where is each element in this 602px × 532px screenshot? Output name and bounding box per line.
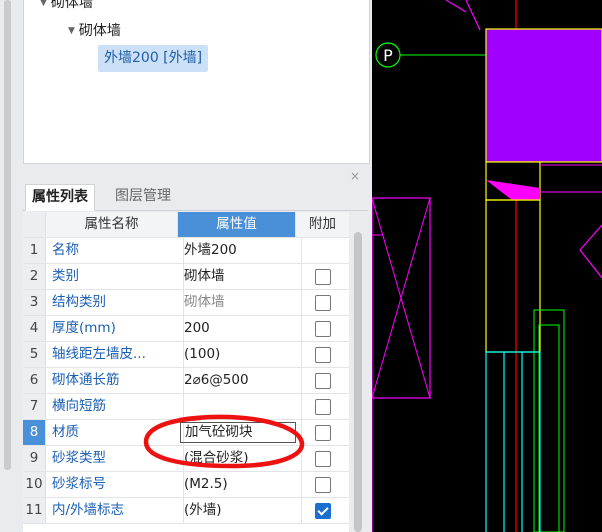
table-row[interactable]: 7 横向短筋 (23, 394, 349, 420)
attach-cell (296, 472, 349, 497)
table-row[interactable]: 6 砌体通长筋 2⌀6@500 (23, 368, 349, 394)
value-text: (混合砂浆) (184, 450, 249, 466)
property-name[interactable]: 类别 (46, 264, 184, 289)
collapse-arrow-icon[interactable]: ▼ (40, 0, 47, 8)
table-row[interactable]: 8 材质 加气砼砌块 (23, 420, 349, 446)
table-row[interactable]: 9 砂浆类型 (混合砂浆) (23, 446, 349, 472)
row-number: 8 (23, 420, 46, 445)
attach-checkbox[interactable] (315, 347, 331, 363)
property-value[interactable]: (外墙) (178, 498, 302, 523)
attach-checkbox[interactable] (315, 269, 331, 285)
attach-cell (296, 368, 349, 393)
property-value[interactable]: 200 (178, 316, 302, 341)
attach-cell (296, 264, 349, 289)
attach-cell (296, 498, 349, 523)
property-name[interactable]: 横向短筋 (46, 394, 184, 419)
property-value[interactable] (178, 394, 302, 419)
collapse-arrow-icon[interactable]: ▼ (68, 26, 75, 36)
row-number: 3 (23, 290, 46, 315)
attach-cell (296, 342, 349, 367)
property-value[interactable]: 加气砼砌块 (178, 420, 302, 445)
row-number: 7 (23, 394, 46, 419)
value-text: 砌体墙 (184, 268, 225, 284)
row-number: 6 (23, 368, 46, 393)
attach-checkbox[interactable] (315, 477, 331, 493)
row-number: 2 (23, 264, 46, 289)
tab-layer-management[interactable]: 图层管理 (109, 184, 177, 209)
value-text: (M2.5) (184, 476, 228, 492)
property-value[interactable]: 外墙200 (178, 238, 302, 263)
cad-drawing-canvas[interactable]: P (372, 0, 602, 532)
row-number: 1 (23, 238, 46, 263)
property-grid: 属性名称 属性值 附加 1 名称 外墙200 2 类别 砌体墙 3 结构类别 砌体墙 4 厚度(mm… (23, 212, 349, 532)
grid-header: 属性名称 属性值 附加 (23, 212, 349, 238)
attach-cell (296, 420, 349, 445)
attach-checkbox[interactable] (315, 425, 331, 441)
attach-cell (296, 394, 349, 419)
property-name[interactable]: 名称 (46, 238, 184, 263)
property-value[interactable]: 砌体墙 (178, 264, 302, 289)
attach-checkbox[interactable] (315, 321, 331, 337)
header-attach[interactable]: 附加 (296, 212, 349, 237)
header-property-value[interactable]: 属性值 (178, 212, 296, 237)
value-text: 2⌀6@500 (184, 372, 249, 388)
attach-checkbox[interactable] (315, 503, 331, 519)
property-value[interactable]: 砌体墙 (178, 290, 302, 315)
row-number: 4 (23, 316, 46, 341)
property-name[interactable]: 结构类别 (46, 290, 184, 315)
component-tree: ▼ 砌体墙 ▼ 砌体墙 外墙200 [外墙] (23, 0, 370, 164)
grid-scrollbar[interactable] (354, 232, 362, 532)
header-row-number (23, 212, 46, 237)
tree-node-masonry-wall[interactable]: ▼ 砌体墙 (68, 20, 121, 40)
value-text: 砌体墙 (184, 294, 225, 310)
close-icon[interactable]: × (350, 169, 360, 183)
property-value[interactable]: (100) (178, 342, 302, 367)
property-name[interactable]: 砂浆标号 (46, 472, 184, 497)
tree-item-selected-wall[interactable]: 外墙200 [外墙] (98, 45, 209, 72)
attach-cell (296, 290, 349, 315)
property-value[interactable]: (M2.5) (178, 472, 302, 497)
attach-cell (296, 238, 349, 263)
table-row[interactable]: 1 名称 外墙200 (23, 238, 349, 264)
attach-checkbox[interactable] (315, 295, 331, 311)
value-edit-field[interactable]: 加气砼砌块 (180, 422, 296, 443)
property-name[interactable]: 轴线距左墙皮... (46, 342, 184, 367)
table-row[interactable]: 3 结构类别 砌体墙 (23, 290, 349, 316)
purple-column (485, 28, 602, 163)
value-text: 外墙200 (184, 242, 237, 258)
panel-tabs: 属性列表 图层管理 (23, 184, 368, 211)
left-scrollbar[interactable] (4, 0, 11, 470)
table-row[interactable]: 2 类别 砌体墙 (23, 264, 349, 290)
tree-node-label: 砌体墙 (78, 23, 121, 39)
property-value[interactable]: (混合砂浆) (178, 446, 302, 471)
tree-node-partial[interactable]: ▼ 砌体墙 (40, 0, 93, 12)
header-property-name[interactable]: 属性名称 (46, 212, 178, 237)
row-number: 10 (23, 472, 46, 497)
row-number: 11 (23, 498, 46, 523)
table-row[interactable]: 10 砂浆标号 (M2.5) (23, 472, 349, 498)
attach-cell (296, 446, 349, 471)
table-row[interactable]: 11 内/外墙标志 (外墙) (23, 498, 349, 524)
property-name[interactable]: 砂浆类型 (46, 446, 184, 471)
attach-checkbox[interactable] (315, 399, 331, 415)
row-number: 9 (23, 446, 46, 471)
axis-label: P (383, 46, 393, 65)
table-row[interactable]: 5 轴线距左墙皮... (100) (23, 342, 349, 368)
property-name[interactable]: 材质 (46, 420, 184, 445)
attach-checkbox[interactable] (315, 451, 331, 467)
value-text: (外墙) (184, 502, 222, 518)
attach-checkbox[interactable] (315, 373, 331, 389)
property-name[interactable]: 厚度(mm) (46, 316, 184, 341)
table-row[interactable]: 4 厚度(mm) 200 (23, 316, 349, 342)
properties-panel: ▼ 砌体墙 ▼ 砌体墙 外墙200 [外墙] × 属性列表 图层管理 属性名称 属性… (0, 0, 372, 532)
row-number: 5 (23, 342, 46, 367)
value-text: 200 (184, 320, 210, 336)
tab-property-list[interactable]: 属性列表 (25, 184, 95, 211)
property-value[interactable]: 2⌀6@500 (178, 368, 302, 393)
value-text: (100) (184, 346, 221, 362)
property-name[interactable]: 内/外墙标志 (46, 498, 184, 523)
attach-cell (296, 316, 349, 341)
property-name[interactable]: 砌体通长筋 (46, 368, 184, 393)
tree-node-label: 砌体墙 (50, 0, 93, 11)
